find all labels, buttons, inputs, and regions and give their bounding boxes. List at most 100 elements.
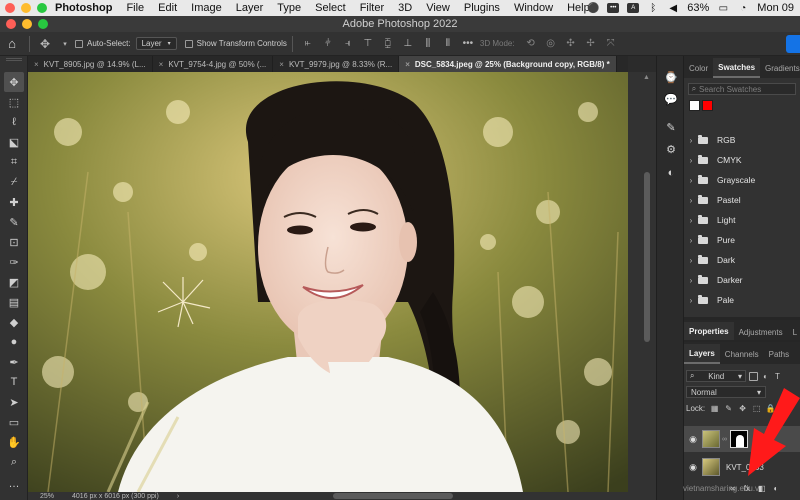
minimize-window-button[interactable] xyxy=(21,3,31,13)
menu-edit[interactable]: Edit xyxy=(158,2,177,14)
menu-type[interactable]: Type xyxy=(277,2,301,14)
adjustment-layer-filter-icon[interactable]: ◐ xyxy=(761,372,770,381)
tab-color[interactable]: Color xyxy=(684,58,713,78)
close-tab-icon[interactable]: × xyxy=(34,60,39,69)
chevron-down-icon[interactable]: ▾ xyxy=(60,39,70,49)
visibility-eye-icon[interactable]: ◉ xyxy=(684,462,702,473)
document-info[interactable]: 4016 px x 6016 px (300 ppi) xyxy=(72,493,159,500)
volume-icon[interactable]: ◀ xyxy=(667,3,679,14)
menu-layer[interactable]: Layer xyxy=(236,2,264,14)
distribute-icon[interactable]: ⫼ xyxy=(423,38,433,49)
document-tab[interactable]: × KVT_9754-4.jpg @ 50% (... xyxy=(153,56,274,72)
tab-gradients[interactable]: Gradients xyxy=(760,58,800,78)
hand-tool-icon[interactable]: ✋ xyxy=(4,432,24,452)
move-tool-icon[interactable]: ✥ xyxy=(40,37,50,51)
pixel-layer-filter-icon[interactable] xyxy=(749,371,758,381)
swatch-white[interactable] xyxy=(689,100,700,111)
tab-channels[interactable]: Channels xyxy=(720,344,764,364)
brushes-icon[interactable]: ✎ xyxy=(662,118,680,136)
marquee-tool-icon[interactable]: ⬚ xyxy=(4,92,24,112)
swatch-group[interactable]: › Light xyxy=(684,210,800,230)
tab-swatches[interactable]: Swatches xyxy=(713,58,761,78)
clock[interactable]: Mon 09 xyxy=(757,2,794,14)
document-canvas[interactable] xyxy=(28,72,628,492)
home-icon[interactable]: ⌂ xyxy=(0,32,24,56)
zoom-tool-icon[interactable]: ⌕ xyxy=(4,452,24,472)
close-button[interactable] xyxy=(6,19,16,29)
align-left-edges-icon[interactable]: ⫦ xyxy=(303,38,313,49)
align-top-edges-icon[interactable]: ⊤ xyxy=(363,38,373,49)
3d-slide-icon[interactable]: ✢ xyxy=(586,38,596,49)
menu-select[interactable]: Select xyxy=(315,2,346,14)
app-menu[interactable]: Photoshop xyxy=(55,2,112,14)
link-icon[interactable]: ∞ xyxy=(722,436,728,443)
horizontal-scrollbar-thumb[interactable] xyxy=(333,493,453,499)
history-icon[interactable]: ⌚ xyxy=(662,68,680,86)
keyboard-icon[interactable]: A xyxy=(627,3,640,13)
swatch-group[interactable]: › Pastel xyxy=(684,190,800,210)
eyedropper-tool-icon[interactable]: ⌿ xyxy=(4,172,24,192)
more-tools-icon[interactable]: … xyxy=(4,474,24,494)
swatch-group[interactable]: › Darker xyxy=(684,270,800,290)
pen-tool-icon[interactable]: ✒ xyxy=(4,352,24,372)
auto-select-dropdown[interactable]: Layer ▾ xyxy=(135,37,177,50)
minimize-button[interactable] xyxy=(22,19,32,29)
menu-file[interactable]: File xyxy=(126,2,144,14)
menu-3d[interactable]: 3D xyxy=(398,2,412,14)
eraser-tool-icon[interactable]: ◩ xyxy=(4,272,24,292)
menu-view[interactable]: View xyxy=(426,2,450,14)
align-vertical-centers-icon[interactable]: ⧮ xyxy=(383,38,393,49)
adjustments-icon[interactable]: ⚙ xyxy=(662,140,680,158)
libraries-icon[interactable]: ◐ xyxy=(662,164,680,182)
menu-image[interactable]: Image xyxy=(191,2,222,14)
3d-pan-icon[interactable]: ✣ xyxy=(566,38,576,49)
swatch-group[interactable]: › Dark xyxy=(684,250,800,270)
scrollbar-thumb[interactable] xyxy=(644,172,650,342)
share-button[interactable] xyxy=(786,35,800,53)
distribute-horizontal-icon[interactable]: ⫴ xyxy=(443,38,453,49)
lock-image-icon[interactable]: ✎ xyxy=(724,404,733,413)
move-tool-icon[interactable]: ✥ xyxy=(4,72,24,92)
swatch-group[interactable]: › Pure xyxy=(684,230,800,250)
panel-grip[interactable] xyxy=(6,58,22,61)
type-layer-filter-icon[interactable]: T xyxy=(773,372,782,381)
creative-cloud-icon[interactable]: ⚫ xyxy=(587,3,599,14)
zoom-window-button[interactable] xyxy=(37,3,47,13)
menu-window[interactable]: Window xyxy=(514,2,553,14)
close-tab-icon[interactable]: × xyxy=(159,60,164,69)
tab-layers[interactable]: Layers xyxy=(684,344,720,364)
dodge-tool-icon[interactable]: ● xyxy=(4,332,24,352)
align-bottom-edges-icon[interactable]: ⊥ xyxy=(403,38,413,49)
scroll-up-icon[interactable]: ▲ xyxy=(643,74,650,81)
healing-brush-tool-icon[interactable]: ✚ xyxy=(4,192,24,212)
swatches-search[interactable]: ⌕ Search Swatches xyxy=(688,83,796,95)
history-brush-tool-icon[interactable]: ✑ xyxy=(4,252,24,272)
comments-icon[interactable]: 💬 xyxy=(662,90,680,108)
lasso-tool-icon[interactable]: ℓ xyxy=(4,112,24,132)
lock-transparent-icon[interactable]: ▦ xyxy=(710,404,719,413)
auto-select-checkbox[interactable] xyxy=(75,39,83,48)
brush-tool-icon[interactable]: ✎ xyxy=(4,212,24,232)
rectangle-tool-icon[interactable]: ▭ xyxy=(4,412,24,432)
bluetooth-icon[interactable]: ᛒ xyxy=(647,3,659,14)
more-options-icon[interactable]: ••• xyxy=(463,38,474,49)
align-right-edges-icon[interactable]: ⫣ xyxy=(343,38,353,49)
chevron-right-icon[interactable]: › xyxy=(177,493,179,500)
visibility-eye-icon[interactable]: ◉ xyxy=(684,434,702,445)
document-tab-active[interactable]: × DSC_5834.jpeg @ 25% (Background copy, … xyxy=(399,56,617,72)
gradient-tool-icon[interactable]: ▤ xyxy=(4,292,24,312)
transform-controls-checkbox[interactable] xyxy=(184,39,193,48)
tab-libraries[interactable]: L xyxy=(788,322,800,342)
close-tab-icon[interactable]: × xyxy=(405,60,410,69)
swatch-group[interactable]: › RGB xyxy=(684,130,800,150)
align-horizontal-centers-icon[interactable]: ⫩ xyxy=(323,38,333,49)
object-selection-tool-icon[interactable]: ⬕ xyxy=(4,132,24,152)
lastpass-icon[interactable]: ••• xyxy=(607,3,620,13)
menu-filter[interactable]: Filter xyxy=(360,2,384,14)
3d-roll-icon[interactable]: ◎ xyxy=(546,38,556,49)
clone-stamp-tool-icon[interactable]: ⊡ xyxy=(4,232,24,252)
type-tool-icon[interactable]: T xyxy=(4,372,24,392)
close-window-button[interactable] xyxy=(5,3,15,13)
crop-tool-icon[interactable]: ⌗ xyxy=(4,152,24,172)
tab-properties[interactable]: Properties xyxy=(684,322,734,342)
